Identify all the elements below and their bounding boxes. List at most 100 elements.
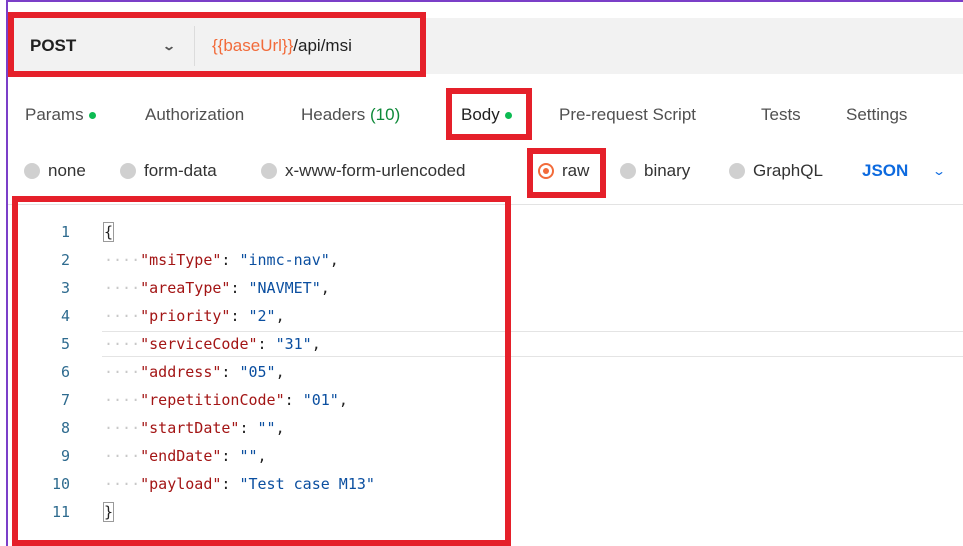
json-sep: : — [221, 251, 240, 269]
radio-form-data[interactable]: form-data — [120, 154, 217, 188]
json-key: "endDate" — [140, 447, 222, 465]
json-key: "startDate" — [140, 419, 240, 437]
tab-label: Headers — [301, 105, 366, 124]
line-number: 9 — [60, 447, 70, 465]
radio-none[interactable]: none — [24, 154, 86, 188]
json-value: "NAVMET" — [248, 279, 321, 297]
tab-body[interactable]: Body — [461, 98, 512, 132]
radio-label: GraphQL — [753, 161, 823, 180]
code-text: ····"repetitionCode": "01", — [104, 391, 348, 409]
json-value: "" — [257, 419, 276, 437]
tab-tests[interactable]: Tests — [761, 98, 801, 132]
code-line: 7 ····"repetitionCode": "01", — [8, 386, 963, 414]
json-sep: : — [230, 307, 249, 325]
json-value: "05" — [239, 363, 276, 381]
radio-label: form-data — [144, 161, 217, 180]
code-line: 4 ····"priority": "2", — [8, 302, 963, 330]
brace: } — [102, 502, 115, 522]
json-sep: : — [230, 279, 249, 297]
chevron-down-icon[interactable]: ⌄ — [932, 154, 946, 188]
tab-label: Settings — [846, 105, 908, 124]
json-sep: : — [239, 419, 258, 437]
line-number: 8 — [60, 419, 70, 437]
json-comma: , — [329, 251, 339, 269]
radio-x-www-form-urlencoded[interactable]: x-www-form-urlencoded — [261, 154, 465, 188]
radio-label: none — [48, 161, 86, 180]
tab-label: Authorization — [145, 105, 245, 124]
json-comma: , — [275, 419, 285, 437]
json-key: "msiType" — [140, 251, 222, 269]
json-key: "repetitionCode" — [140, 391, 285, 409]
tab-headers[interactable]: Headers (10) — [301, 98, 400, 132]
line-number: 6 — [60, 363, 70, 381]
radio-raw[interactable]: raw — [538, 154, 589, 188]
radio-circle-icon — [620, 163, 636, 179]
json-value: "" — [239, 447, 258, 465]
line-number: 1 — [60, 223, 70, 241]
json-comma: , — [320, 279, 330, 297]
code-text: ····"serviceCode": "31", — [104, 335, 321, 353]
json-value: "31" — [275, 335, 312, 353]
json-sep: : — [284, 391, 303, 409]
code-line: 10 ····"payload": "Test case M13" — [8, 470, 963, 498]
tab-settings[interactable]: Settings — [846, 98, 907, 132]
request-tabs: Params Authorization Headers (10) Body P… — [8, 98, 963, 132]
divider — [8, 204, 963, 205]
json-comma: , — [275, 307, 285, 325]
line-number: 4 — [60, 307, 70, 325]
json-key: "serviceCode" — [140, 335, 258, 353]
json-value: "01" — [302, 391, 339, 409]
tab-label: Tests — [761, 105, 801, 124]
method-label: POST — [30, 36, 77, 55]
tab-authorization[interactable]: Authorization — [145, 98, 244, 132]
window-frame-top — [6, 0, 963, 2]
json-editor[interactable]: 1 { 2 ····"msiType": "inmc-nav", 3 ····"… — [8, 214, 963, 534]
code-text: ····"startDate": "", — [104, 419, 285, 437]
code-text: ····"address": "05", — [104, 363, 285, 381]
brace: { — [102, 222, 115, 242]
json-sep: : — [257, 335, 276, 353]
radio-binary[interactable]: binary — [620, 154, 690, 188]
method-select[interactable]: POST ⌄ — [8, 18, 194, 74]
radio-label: raw — [562, 161, 590, 180]
tab-pre-request-script[interactable]: Pre-request Script — [559, 98, 696, 132]
json-value: "2" — [248, 307, 276, 325]
json-sep: : — [221, 363, 240, 381]
code-line-current: 5 ····"serviceCode": "31", — [8, 330, 963, 358]
code-line: 11 } — [8, 498, 963, 526]
radio-label: binary — [644, 161, 691, 180]
code-text: } — [102, 498, 115, 526]
line-number: 2 — [60, 251, 70, 269]
radio-circle-icon — [24, 163, 40, 179]
url-divider — [194, 26, 195, 66]
tab-label: Body — [461, 105, 500, 124]
code-line: 2 ····"msiType": "inmc-nav", — [8, 246, 963, 274]
radio-circle-icon — [261, 163, 277, 179]
headers-count: (10) — [370, 105, 401, 124]
tab-label: Pre-request Script — [559, 105, 696, 124]
radio-graphql[interactable]: GraphQL — [729, 154, 823, 188]
tab-params[interactable]: Params — [25, 98, 96, 132]
json-comma: , — [275, 363, 285, 381]
line-number: 5 — [60, 335, 70, 353]
status-dot-icon — [504, 112, 512, 120]
code-line: 8 ····"startDate": "", — [8, 414, 963, 442]
chevron-down-icon: ⌄ — [161, 39, 177, 53]
url-input[interactable]: {{baseUrl}}/api/msi — [212, 36, 352, 56]
radio-circle-icon — [729, 163, 745, 179]
json-value: "inmc-nav" — [239, 251, 330, 269]
url-path: /api/msi — [293, 36, 352, 55]
json-key: "payload" — [140, 475, 222, 493]
line-number: 11 — [51, 503, 70, 521]
code-text: ····"msiType": "inmc-nav", — [104, 251, 339, 269]
radio-label: x-www-form-urlencoded — [285, 161, 466, 180]
status-dot-icon — [88, 112, 96, 120]
json-sep: : — [221, 475, 240, 493]
line-number: 10 — [51, 475, 70, 493]
radio-circle-icon — [120, 163, 136, 179]
format-dropdown[interactable]: JSON — [862, 154, 908, 188]
code-text: { — [102, 218, 115, 246]
url-variable: {{baseUrl}} — [212, 36, 294, 55]
line-number: 7 — [60, 391, 70, 409]
code-line: 9 ····"endDate": "", — [8, 442, 963, 470]
